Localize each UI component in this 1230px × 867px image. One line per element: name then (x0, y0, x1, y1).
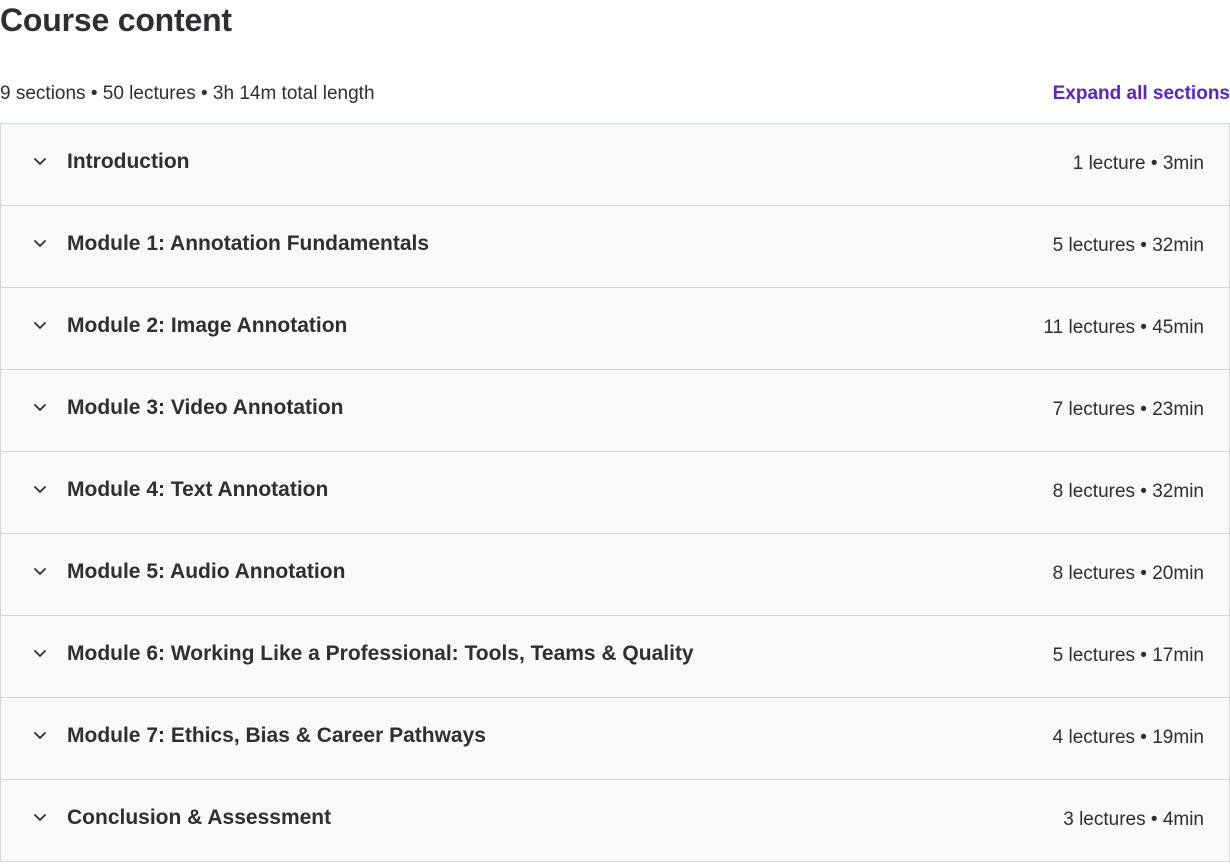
section-meta: 1 lecture • 3min (1072, 153, 1204, 174)
section-title: Module 6: Working Like a Professional: T… (67, 642, 694, 665)
section-title: Module 5: Audio Annotation (67, 560, 346, 583)
section-meta: 5 lectures • 17min (1052, 645, 1204, 666)
section-module-5[interactable]: Module 5: Audio Annotation 8 lectures • … (1, 534, 1229, 616)
section-module-4[interactable]: Module 4: Text Annotation 8 lectures • 3… (1, 452, 1229, 534)
section-title: Module 7: Ethics, Bias & Career Pathways (67, 724, 486, 747)
course-summary: 9 sections • 50 lectures • 3h 14m total … (0, 83, 375, 104)
section-list: Introduction 1 lecture • 3min Module 1: … (0, 123, 1230, 862)
page-title: Course content (0, 2, 232, 38)
section-meta: 3 lectures • 4min (1063, 809, 1204, 830)
section-meta: 8 lectures • 32min (1052, 481, 1204, 502)
section-title: Module 4: Text Annotation (67, 478, 329, 501)
section-title: Module 1: Annotation Fundamentals (67, 232, 430, 255)
chevron-down-icon (31, 808, 49, 826)
chevron-down-icon (31, 316, 49, 334)
section-introduction[interactable]: Introduction 1 lecture • 3min (1, 124, 1229, 206)
summary-row: 9 sections • 50 lectures • 3h 14m total … (0, 80, 1230, 108)
chevron-down-icon (31, 152, 49, 170)
section-meta: 8 lectures • 20min (1052, 563, 1204, 584)
chevron-down-icon (31, 644, 49, 662)
course-content-panel: Course content 9 sections • 50 lectures … (0, 0, 1230, 867)
section-module-2[interactable]: Module 2: Image Annotation 11 lectures •… (1, 288, 1229, 370)
section-meta: 7 lectures • 23min (1052, 399, 1204, 420)
section-title: Module 2: Image Annotation (67, 314, 348, 337)
section-module-1[interactable]: Module 1: Annotation Fundamentals 5 lect… (1, 206, 1229, 288)
chevron-down-icon (31, 398, 49, 416)
chevron-down-icon (31, 726, 49, 744)
section-conclusion[interactable]: Conclusion & Assessment 3 lectures • 4mi… (1, 780, 1229, 862)
chevron-down-icon (31, 562, 49, 580)
chevron-down-icon (31, 234, 49, 252)
section-meta: 4 lectures • 19min (1052, 727, 1204, 748)
section-module-7[interactable]: Module 7: Ethics, Bias & Career Pathways… (1, 698, 1229, 780)
section-title: Introduction (67, 150, 190, 173)
section-module-6[interactable]: Module 6: Working Like a Professional: T… (1, 616, 1229, 698)
expand-all-sections-button[interactable]: Expand all sections (1053, 82, 1230, 106)
section-meta: 5 lectures • 32min (1052, 235, 1204, 256)
section-title: Conclusion & Assessment (67, 806, 332, 829)
section-title: Module 3: Video Annotation (67, 396, 344, 419)
section-module-3[interactable]: Module 3: Video Annotation 7 lectures • … (1, 370, 1229, 452)
section-meta: 11 lectures • 45min (1043, 317, 1205, 338)
chevron-down-icon (31, 480, 49, 498)
